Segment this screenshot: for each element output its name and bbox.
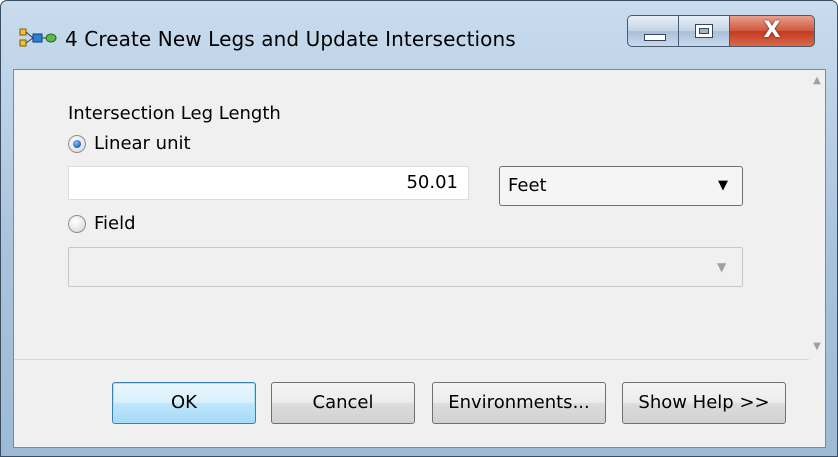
field-combo[interactable]: ▼ [68,247,743,287]
linear-unit-value-input[interactable]: 50.01 [68,166,469,200]
environments-button[interactable]: Environments... [432,382,606,424]
linear-unit-label: Linear unit [94,133,191,154]
field-label: Field [94,213,136,234]
ok-button[interactable]: OK [112,382,256,424]
maximize-icon [695,24,713,38]
minimize-icon [644,34,666,41]
scroll-up-icon[interactable]: ▲ [809,72,825,89]
show-help-button[interactable]: Show Help >> [622,382,786,424]
vertical-scrollbar[interactable]: ▲ ▼ [809,70,825,359]
cancel-button[interactable]: Cancel [271,382,415,424]
field-radio[interactable] [68,215,86,233]
window-title: 4 Create New Legs and Update Intersectio… [65,27,516,51]
unit-select-value: Feet [508,175,547,196]
chevron-down-icon: ▼ [718,178,728,193]
parameters-panel: Intersection Leg Length Linear unit 50.0… [14,70,809,360]
model-tool-icon [19,28,57,47]
maximize-button[interactable] [678,15,730,47]
scroll-down-icon[interactable]: ▼ [809,338,825,355]
chevron-down-icon: ▼ [717,260,727,274]
close-button[interactable]: X [729,15,815,47]
linear-unit-radio[interactable] [68,135,86,153]
dialog-window: 4 Create New Legs and Update Intersectio… [0,0,838,457]
title-bar[interactable]: 4 Create New Legs and Update Intersectio… [1,1,837,69]
close-icon: X [763,18,781,43]
unit-select[interactable]: Feet ▼ [499,166,743,206]
dialog-client-area: Intersection Leg Length Linear unit 50.0… [13,69,826,448]
section-label: Intersection Leg Length [68,103,281,124]
minimize-button[interactable] [627,15,679,47]
